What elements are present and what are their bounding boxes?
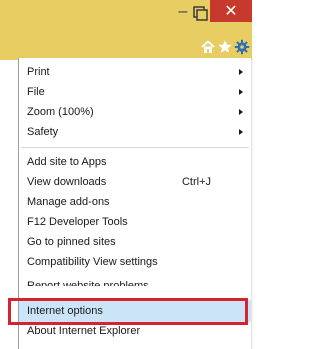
restore-icon	[193, 6, 208, 21]
menu-item-label: Add site to Apps	[27, 156, 107, 168]
menu-item-label: Compatibility View settings	[27, 256, 158, 268]
menu-item-label: F12 Developer Tools	[27, 216, 128, 228]
menu-separator	[21, 147, 249, 148]
submenu-arrow-icon	[239, 69, 243, 75]
menu-item-compatibility-view-settings[interactable]: Compatibility View settings	[19, 252, 251, 272]
menu-item-label: File	[27, 86, 45, 98]
menu-item-manage-add-ons[interactable]: Manage add-ons	[19, 192, 251, 212]
home-icon[interactable]	[200, 39, 216, 55]
menu-item-print[interactable]: Print	[19, 62, 251, 82]
menu-item-label: Print	[27, 66, 50, 78]
menu-item-file[interactable]: File	[19, 82, 251, 102]
highlight-box	[8, 298, 248, 325]
menu-item-label: About Internet Explorer	[27, 325, 141, 337]
menu-item-label: Go to pinned sites	[27, 236, 116, 248]
browser-toolbar	[0, 33, 252, 60]
restore-button[interactable]	[190, 4, 210, 24]
menu-item-go-to-pinned-sites[interactable]: Go to pinned sites	[19, 232, 251, 252]
menu-item-label: Zoom (100%)	[27, 106, 94, 118]
favorites-star-icon[interactable]	[217, 39, 233, 55]
menu-item-zoom[interactable]: Zoom (100%)	[19, 102, 251, 122]
menu-item-about-internet-explorer[interactable]: About Internet Explorer	[19, 325, 251, 339]
tools-gear-icon[interactable]	[234, 39, 250, 55]
menu-item-f12-developer-tools[interactable]: F12 Developer Tools	[19, 212, 251, 232]
menu-item-label: Safety	[27, 126, 59, 138]
menu-item-shortcut: Ctrl+J	[181, 176, 211, 188]
menu-item-add-site-to-apps[interactable]: Add site to Apps	[19, 152, 251, 172]
window-titlebar: – ✕	[0, 0, 252, 33]
close-button[interactable]: ✕	[210, 0, 252, 22]
submenu-arrow-icon	[239, 129, 243, 135]
menu-item-label: Manage add-ons	[27, 196, 110, 208]
menu-item-label: View downloads	[27, 176, 107, 188]
menu-item-label: Report website problems	[27, 280, 149, 286]
menu-item-view-downloads[interactable]: View downloads Ctrl+J	[19, 172, 251, 192]
menu-item-report-website-problems[interactable]: Report website problems	[19, 272, 251, 286]
submenu-arrow-icon	[239, 89, 243, 95]
menu-item-safety[interactable]: Safety	[19, 122, 251, 142]
submenu-arrow-icon	[239, 109, 243, 115]
